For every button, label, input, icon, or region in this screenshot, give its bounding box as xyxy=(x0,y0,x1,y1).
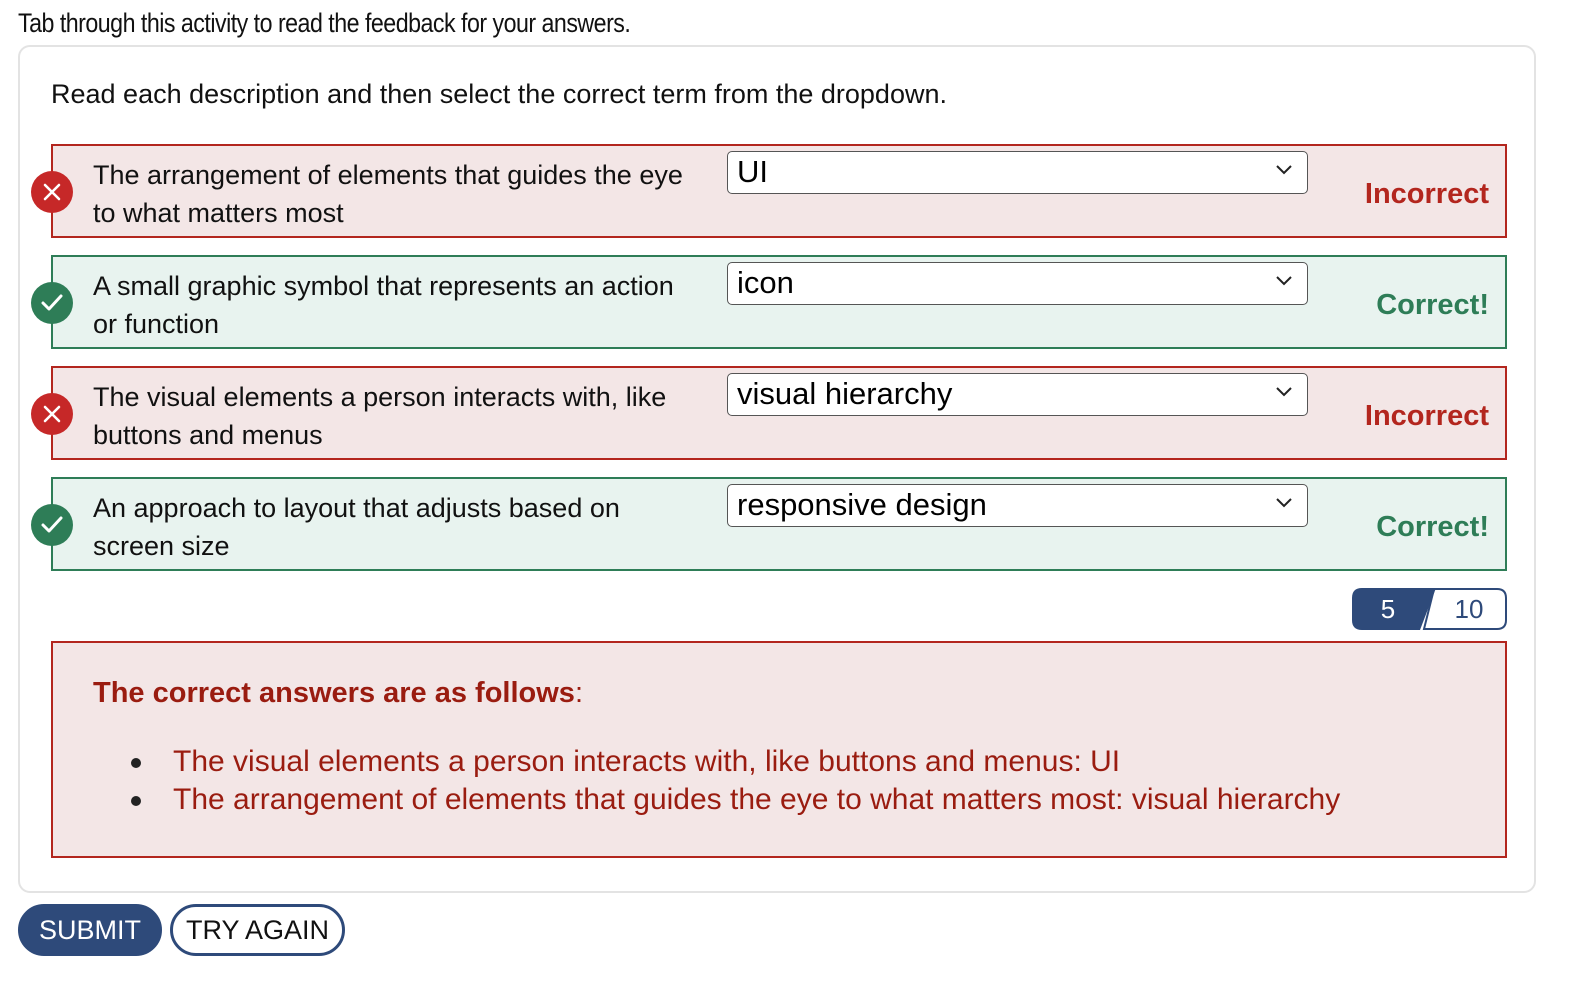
question-row: The visual elements a person interacts w… xyxy=(31,366,1507,460)
correct-answers-title-suffix: : xyxy=(574,677,583,709)
dropdown-selected-value: icon xyxy=(737,265,794,300)
correct-answers-panel: The correct answers are as follows: The … xyxy=(51,641,1507,858)
score-earned: 5 xyxy=(1381,594,1395,624)
term-dropdown[interactable]: UI xyxy=(727,151,1308,194)
score-total: 10 xyxy=(1455,594,1484,624)
activity-prompt: Read each description and then select th… xyxy=(51,79,947,109)
dropdown-selected-value: responsive design xyxy=(737,487,987,522)
instruction-text: Tab through this activity to read the fe… xyxy=(18,8,631,38)
term-dropdown[interactable]: icon xyxy=(727,262,1308,305)
x-circle-icon xyxy=(31,171,73,213)
question-text: The visual elements a person interacts w… xyxy=(93,382,667,450)
correct-answers-list: The visual elements a person interacts w… xyxy=(131,743,1340,819)
correct-answers-title: The correct answers are as follows: xyxy=(93,677,583,710)
dropdown-selected-value: visual hierarchy xyxy=(737,376,953,411)
dropdown-selected-value: UI xyxy=(737,154,768,189)
chevron-down-icon xyxy=(1276,387,1292,397)
question-row: A small graphic symbol that represents a… xyxy=(31,255,1507,349)
question-text: An approach to layout that adjusts based… xyxy=(93,493,620,561)
list-item: The arrangement of elements that guides … xyxy=(131,781,1340,819)
term-dropdown[interactable]: responsive design xyxy=(727,484,1308,527)
question-row: The arrangement of elements that guides … xyxy=(31,144,1507,238)
list-item: The visual elements a person interacts w… xyxy=(131,743,1340,781)
activity-card: Read each description and then select th… xyxy=(18,45,1536,893)
feedback-label: Incorrect xyxy=(1364,400,1489,432)
feedback-label: Incorrect xyxy=(1364,178,1489,210)
chevron-down-icon xyxy=(1276,165,1292,175)
submit-button[interactable]: SUBMIT xyxy=(18,904,162,956)
question-text: A small graphic symbol that represents a… xyxy=(93,271,674,339)
check-circle-icon xyxy=(31,282,73,324)
x-circle-icon xyxy=(31,393,73,435)
correct-answers-title-bold: The correct answers are as follows xyxy=(93,677,575,709)
feedback-label: Correct! xyxy=(1376,289,1489,321)
question-row: An approach to layout that adjusts based… xyxy=(31,477,1507,571)
chevron-down-icon xyxy=(1276,276,1292,286)
question-text: The arrangement of elements that guides … xyxy=(93,160,683,228)
score-badge: 5 10 xyxy=(1352,588,1507,630)
chevron-down-icon xyxy=(1276,498,1292,508)
term-dropdown[interactable]: visual hierarchy xyxy=(727,373,1308,416)
try-again-button[interactable]: TRY AGAIN xyxy=(170,904,345,956)
feedback-label: Correct! xyxy=(1376,511,1489,543)
check-circle-icon xyxy=(31,504,73,546)
